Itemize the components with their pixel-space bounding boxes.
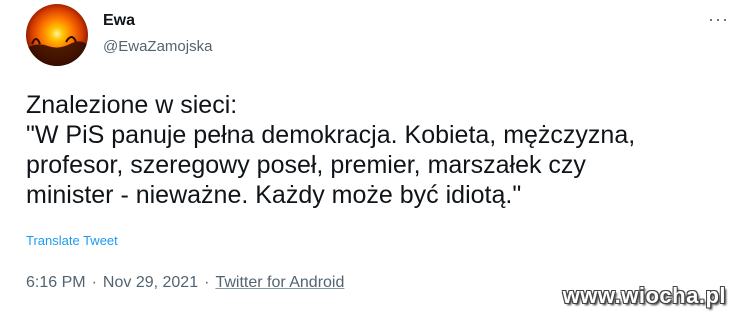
- tweet-card: Ewa @EwaZamojska ··· Znalezione w sieci:…: [0, 0, 740, 319]
- more-options-icon[interactable]: ···: [708, 10, 729, 28]
- avatar-sunset-image: [26, 4, 88, 66]
- tweet-text-line: minister - nieważne. Każdy może być idio…: [26, 181, 522, 209]
- meta-separator: ·: [91, 274, 97, 291]
- meta-separator: ·: [204, 274, 210, 291]
- tweet-text-line: "W PiS panuje pełna demokracja. Kobieta,…: [26, 121, 636, 149]
- tweet-date[interactable]: Nov 29, 2021: [103, 274, 198, 291]
- tweet-text-line: profesor, szeregowy poseł, premier, mars…: [26, 151, 586, 179]
- author-name[interactable]: Ewa: [103, 12, 135, 30]
- tweet-text-line: Znalezione w sieci:: [26, 91, 238, 119]
- tweet-metadata: 6:16 PM · Nov 29, 2021 · Twitter for Android: [26, 274, 344, 292]
- watermark: www.wiocha.pl: [562, 283, 726, 308]
- tweet-text: Znalezione w sieci: "W PiS panuje pełna …: [26, 90, 726, 210]
- avatar[interactable]: [26, 4, 88, 66]
- translate-tweet-link[interactable]: Translate Tweet: [26, 233, 118, 248]
- author-handle[interactable]: @EwaZamojska: [103, 38, 212, 55]
- tweet-source-link[interactable]: Twitter for Android: [215, 274, 344, 291]
- tweet-time[interactable]: 6:16 PM: [26, 274, 86, 291]
